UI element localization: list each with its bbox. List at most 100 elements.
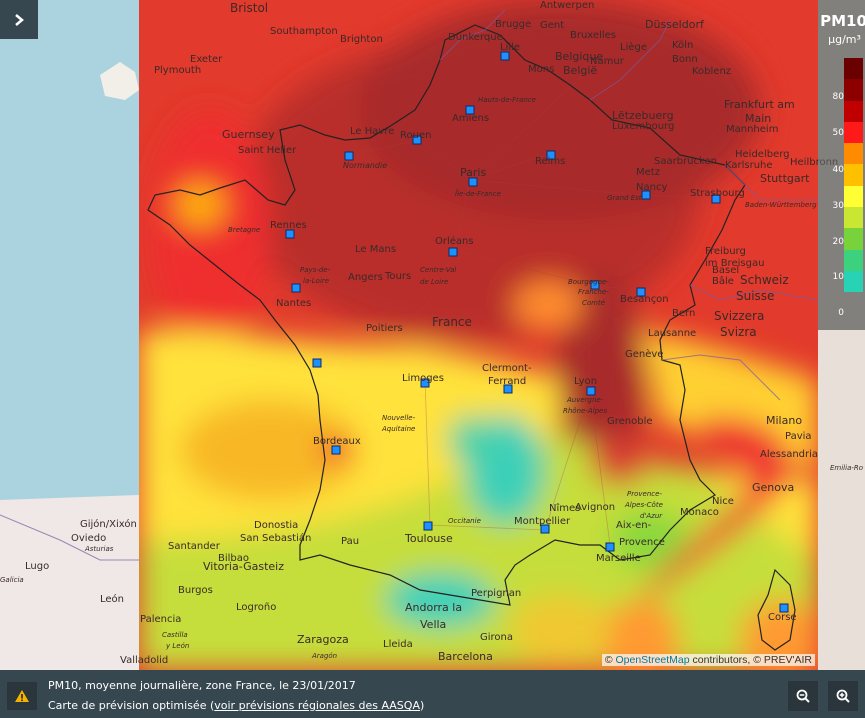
- osm-link[interactable]: OpenStreetMap: [615, 654, 689, 666]
- legend-tick-label: 50: [832, 128, 844, 138]
- place-label: Alpes-Côte: [624, 501, 663, 509]
- legend-color-segment: [844, 207, 863, 229]
- legend-color-segment: [844, 100, 863, 122]
- place-label: Koblenz: [692, 66, 731, 77]
- place-label: Dunkerque: [448, 32, 503, 43]
- place-label: Monaco: [680, 507, 719, 518]
- place-label: Köln: [672, 40, 693, 51]
- place-label: Brugge: [495, 19, 531, 30]
- place-label: Lyon: [574, 376, 597, 387]
- place-label: Karlsruhe: [725, 160, 773, 171]
- sidebar-toggle-button[interactable]: [0, 0, 38, 39]
- place-label: Provence: [619, 537, 665, 548]
- place-label: Auvergne-: [566, 396, 604, 404]
- place-label: Baden-Württemberg: [745, 201, 817, 209]
- station-marker: [605, 542, 615, 552]
- place-label: Exeter: [190, 54, 223, 65]
- place-label: Toulouse: [404, 532, 453, 545]
- place-label: Galicia: [0, 576, 24, 584]
- legend-color-segment: [844, 164, 863, 186]
- place-label: Namur: [590, 56, 625, 67]
- place-label: Tours: [384, 271, 411, 282]
- regional-forecast-link[interactable]: voir prévisions régionales des AASQA: [214, 699, 420, 712]
- place-label: Paris: [460, 166, 486, 179]
- station-marker: [331, 445, 341, 455]
- place-label: Corse: [768, 612, 797, 623]
- place-label: Lausanne: [648, 328, 696, 339]
- legend-color-segment: [844, 270, 863, 293]
- place-label: Logroño: [236, 602, 276, 613]
- place-label: Palencia: [140, 614, 181, 625]
- station-marker: [423, 521, 433, 531]
- legend-tick-label: 40: [832, 165, 844, 175]
- place-label: Reims: [535, 156, 565, 167]
- place-label: Düsseldorf: [645, 18, 705, 31]
- place-label: Lëtzebuerg: [612, 109, 674, 122]
- place-label: Saint Helier: [238, 145, 297, 156]
- place-label: Emilia-Ro: [830, 464, 863, 472]
- place-label: Genève: [625, 348, 663, 360]
- warning-button[interactable]: [7, 682, 37, 710]
- subtitle-suffix: ): [419, 699, 425, 712]
- place-label: Bâle: [712, 275, 734, 287]
- place-label: Bruxelles: [570, 30, 616, 41]
- place-label: Nantes: [276, 298, 311, 309]
- station-marker: [291, 283, 301, 293]
- pm10-legend: PM10 µg/m³ 80 50 40 30 20 10 0: [818, 0, 865, 330]
- subtitle-prefix: Carte de prévision optimisée (: [48, 699, 215, 712]
- place-label: Guernsey: [222, 128, 275, 141]
- map-attribution: © OpenStreetMap contributors, © PREV'AIR: [601, 654, 815, 666]
- legend-title: PM10: [820, 12, 865, 30]
- place-label: Hauts-de-France: [478, 96, 536, 104]
- place-label: Bretagne: [228, 226, 260, 234]
- place-label: Alessandria: [760, 449, 818, 460]
- place-label: Burgos: [178, 585, 213, 596]
- place-label: Ferrand: [488, 376, 526, 387]
- place-label: Freiburg: [705, 246, 746, 257]
- place-label: France: [432, 315, 472, 329]
- station-marker: [500, 51, 510, 61]
- place-label: Gent: [540, 20, 564, 31]
- place-label: Montpellier: [514, 516, 571, 527]
- station-marker: [448, 247, 458, 257]
- zoom-out-button[interactable]: [788, 681, 818, 711]
- map-subtitle: Carte de prévision optimisée (voir prévi…: [48, 699, 424, 712]
- place-label: Franche-: [578, 288, 609, 296]
- place-label: Oviedo: [71, 533, 106, 544]
- place-label: Rennes: [270, 220, 307, 231]
- place-label: Île-de-France: [455, 189, 501, 198]
- legend-tick-label: 10: [832, 272, 844, 282]
- place-label: Avignon: [575, 502, 615, 513]
- legend-color-segment: [844, 121, 863, 144]
- legend-color-segment: [844, 79, 863, 101]
- place-label: Poitiers: [366, 323, 403, 334]
- place-label: Rouen: [400, 130, 431, 141]
- place-label: Lille: [500, 42, 520, 53]
- attribution-suffix: contributors, © PREV'AIR: [692, 654, 812, 666]
- legend-color-scale: [844, 58, 863, 293]
- zoom-in-button[interactable]: [828, 681, 858, 711]
- place-label: Le Havre: [350, 126, 394, 137]
- place-label: Grenoble: [607, 416, 653, 427]
- legend-color-segment: [844, 143, 863, 165]
- place-label: Lugo: [25, 561, 49, 572]
- place-label: Barcelona: [438, 650, 493, 663]
- zoom-in-icon: [836, 689, 850, 703]
- place-label: Frankfurt am: [724, 98, 795, 111]
- chevron-right-icon: [15, 13, 24, 26]
- legend-tick-label: 0: [838, 308, 844, 318]
- station-marker: [285, 229, 295, 239]
- station-marker: [468, 177, 478, 187]
- zoom-out-icon: [796, 689, 810, 703]
- place-label: la-Loire: [303, 277, 329, 285]
- legend-color-segment: [844, 185, 863, 208]
- place-label: Provence-: [627, 490, 662, 498]
- place-label: Southampton: [270, 26, 338, 37]
- warning-icon: [15, 690, 29, 702]
- pollution-map[interactable]: Bristol Southampton Brighton Exeter Plym…: [0, 0, 865, 718]
- station-marker: [586, 386, 596, 396]
- place-label: Strasbourg: [690, 188, 745, 199]
- legend-color-segment: [844, 249, 863, 271]
- place-label: Lleida: [383, 639, 413, 650]
- legend-color-segment: [844, 228, 863, 250]
